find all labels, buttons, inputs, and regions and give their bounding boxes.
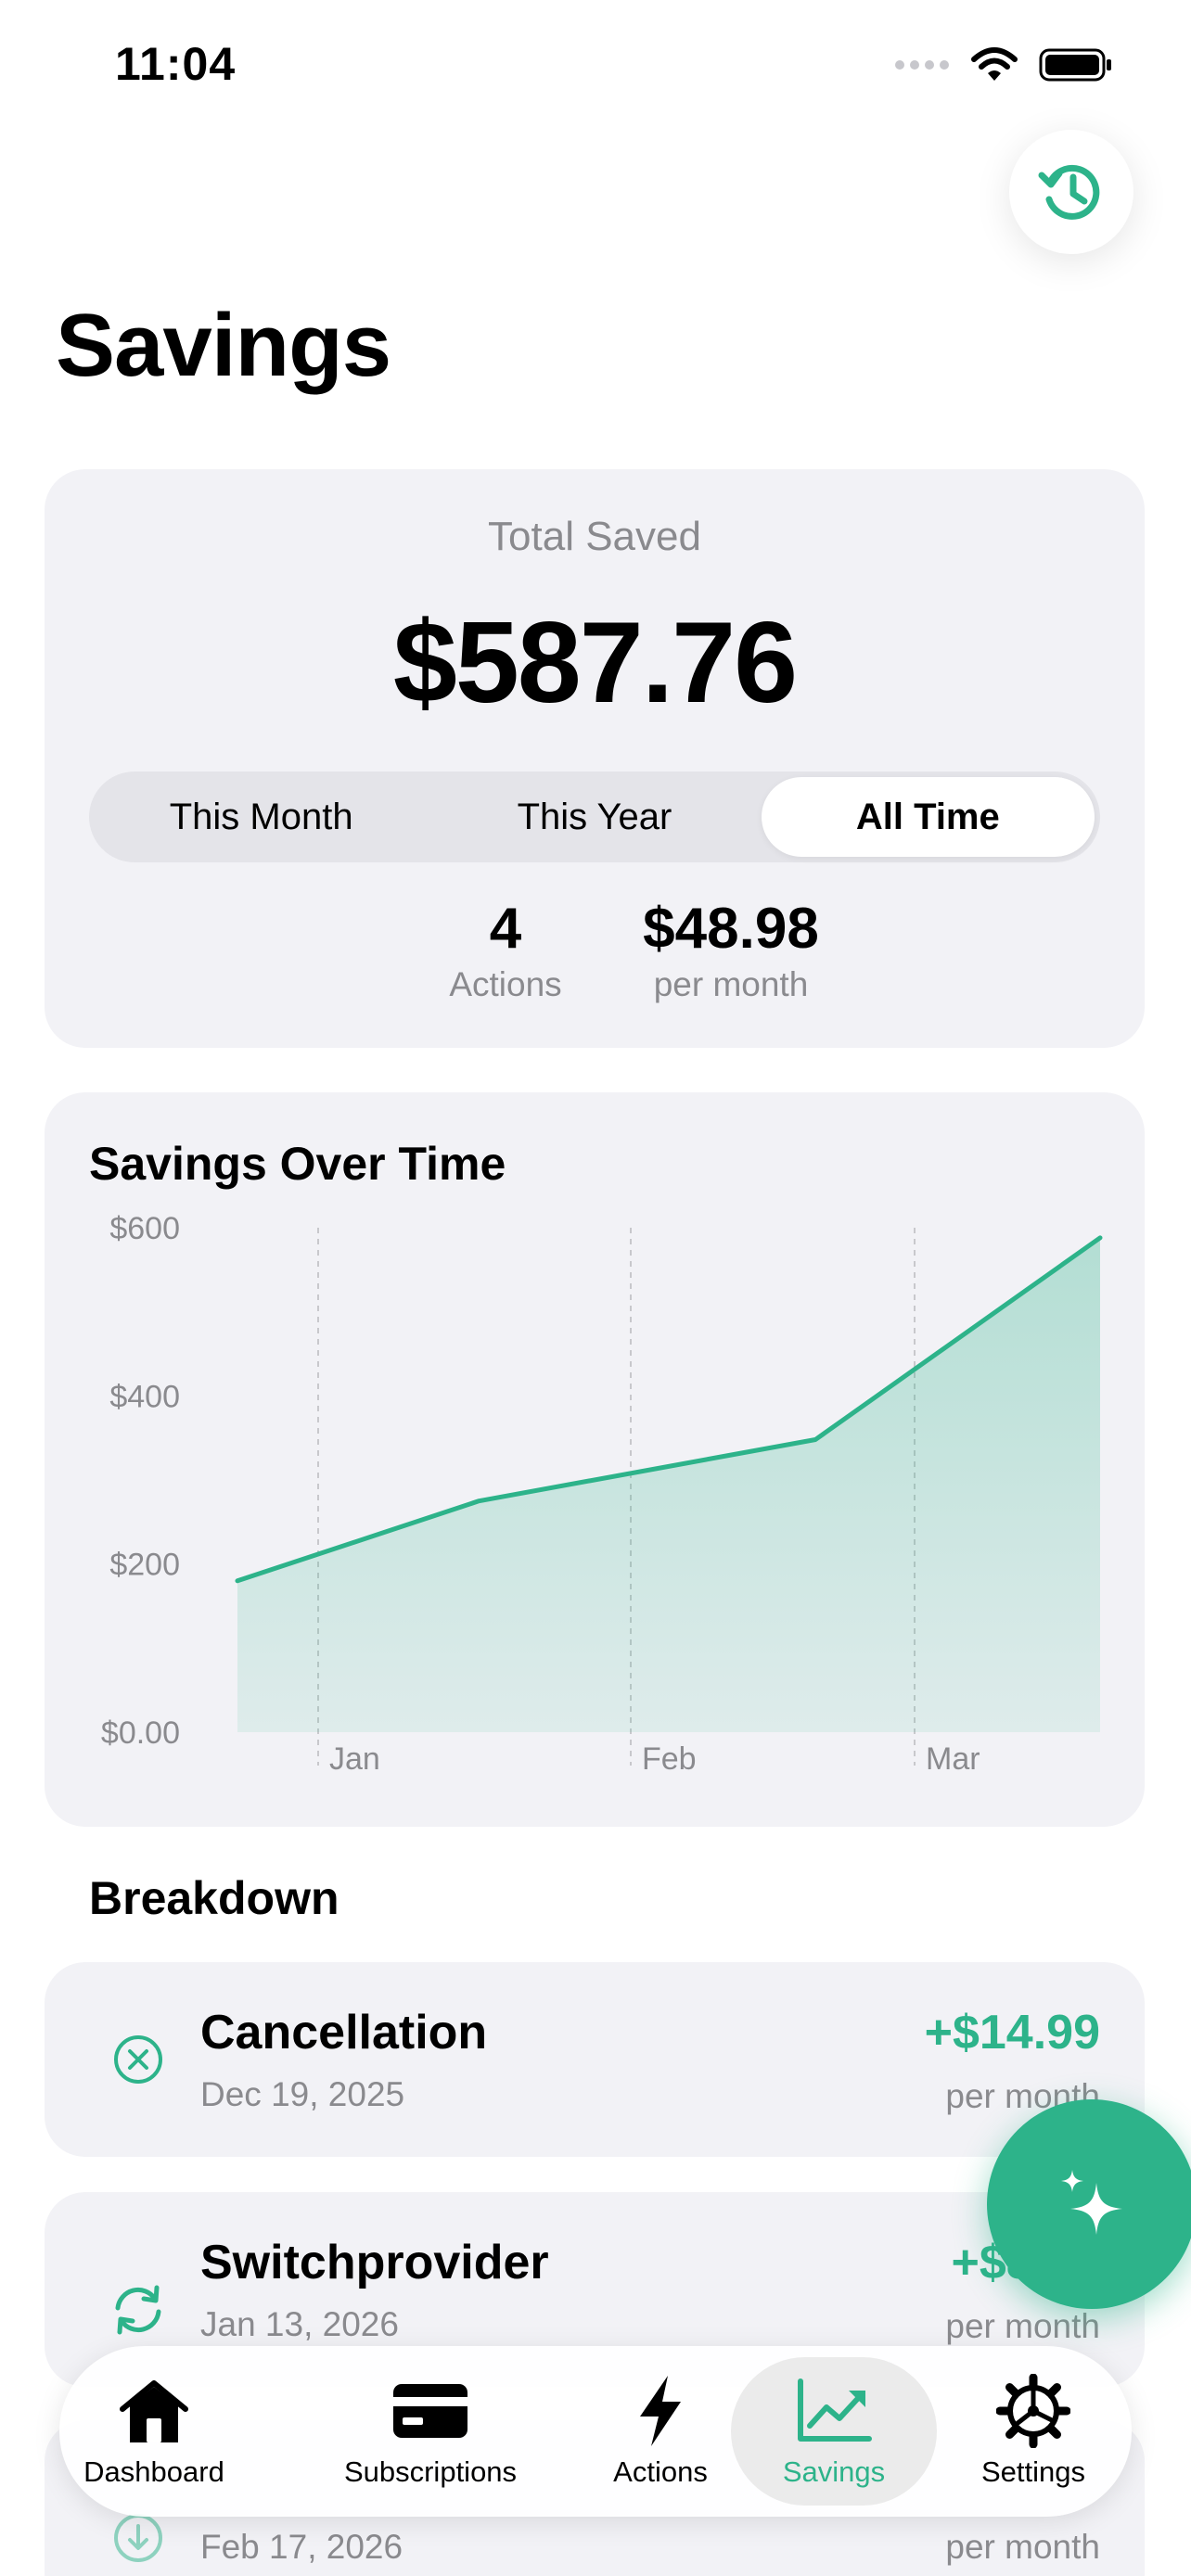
breakdown-item-period: per month	[945, 2528, 1100, 2566]
segment-this-month[interactable]: This Month	[95, 777, 428, 857]
chart-line-icon	[795, 2374, 873, 2448]
x-tick-label: Feb	[642, 1741, 697, 1777]
house-icon	[117, 2374, 191, 2448]
x-tick-label: Mar	[926, 1741, 980, 1777]
y-tick-label: $600	[109, 1211, 180, 1246]
tab-label: Dashboard	[83, 2455, 224, 2488]
x-circle-icon	[106, 2027, 171, 2092]
breakdown-item-amount: +$14.99	[924, 2006, 1100, 2060]
tab-settings[interactable]: Settings	[950, 2357, 1117, 2506]
breakdown-item-period: per month	[945, 2307, 1100, 2345]
status-icons	[894, 46, 1113, 83]
breakdown-item-date: Feb 17, 2026	[200, 2528, 403, 2566]
breakdown-item-title: Switchprovider	[200, 2236, 549, 2289]
breakdown-item-title: Cancellation	[200, 2006, 488, 2060]
bolt-icon	[634, 2374, 686, 2448]
history-icon	[1038, 164, 1100, 220]
status-bar: 11:04	[0, 0, 1191, 130]
y-tick-label: $0.00	[101, 1715, 180, 1751]
tab-label: Subscriptions	[343, 2455, 518, 2488]
period-segmented-control: This Month This Year All Time	[89, 772, 1100, 862]
savings-chart-card: Savings Over Time $600 $400 $200 $0.00 Jan Fe…	[45, 1092, 1145, 1827]
monthly-stat: $48.98 per month	[583, 896, 879, 1004]
tab-subscriptions[interactable]: Subscriptions	[319, 2357, 542, 2506]
tab-actions[interactable]: Actions	[586, 2357, 735, 2506]
segment-this-year[interactable]: This Year	[428, 777, 761, 857]
savings-area-fill	[237, 1237, 1100, 1732]
history-button[interactable]	[1009, 130, 1133, 254]
y-tick-label: $200	[109, 1548, 180, 1583]
page-title: Savings	[56, 296, 391, 395]
tab-savings[interactable]: Savings	[731, 2357, 937, 2506]
breakdown-item-date: Jan 13, 2026	[200, 2305, 399, 2343]
tab-label: Settings	[980, 2455, 1085, 2488]
refresh-icon	[106, 2277, 171, 2342]
breakdown-item-cancellation[interactable]: Cancellation Dec 19, 2025 +$14.99 per mo…	[45, 1962, 1145, 2157]
segment-all-time[interactable]: All Time	[761, 777, 1095, 857]
breakdown-title: Breakdown	[89, 1872, 339, 1924]
sparkles-icon	[1061, 2170, 1122, 2235]
breakdown-item-date: Dec 19, 2025	[200, 2075, 405, 2113]
status-time: 11:04	[115, 38, 237, 90]
wifi-icon	[971, 47, 1018, 81]
y-tick-label: $400	[109, 1379, 180, 1414]
monthly-savings-value: $48.98	[643, 897, 819, 961]
savings-area-chart: $600 $400 $200 $0.00 Jan Feb Mar	[101, 1211, 1103, 1777]
battery-icon	[1039, 48, 1111, 82]
gear-icon	[996, 2374, 1070, 2448]
monthly-savings-label: per month	[653, 965, 809, 1003]
credit-card-icon	[391, 2374, 469, 2448]
ai-assistant-button[interactable]	[987, 2099, 1191, 2309]
total-saved-value: $587.76	[392, 599, 798, 727]
tab-label: Actions	[613, 2455, 708, 2488]
x-tick-label: Jan	[329, 1741, 380, 1777]
total-saved-card: Total Saved $587.76 This Month This Year…	[45, 469, 1145, 1048]
total-saved-label: Total Saved	[488, 514, 701, 559]
tab-bar: Dashboard Subscriptions Actions Savings …	[59, 2346, 1132, 2517]
cellular-signal-icon	[895, 60, 949, 70]
tab-label: Savings	[782, 2455, 886, 2488]
tab-dashboard[interactable]: Dashboard	[63, 2357, 245, 2506]
